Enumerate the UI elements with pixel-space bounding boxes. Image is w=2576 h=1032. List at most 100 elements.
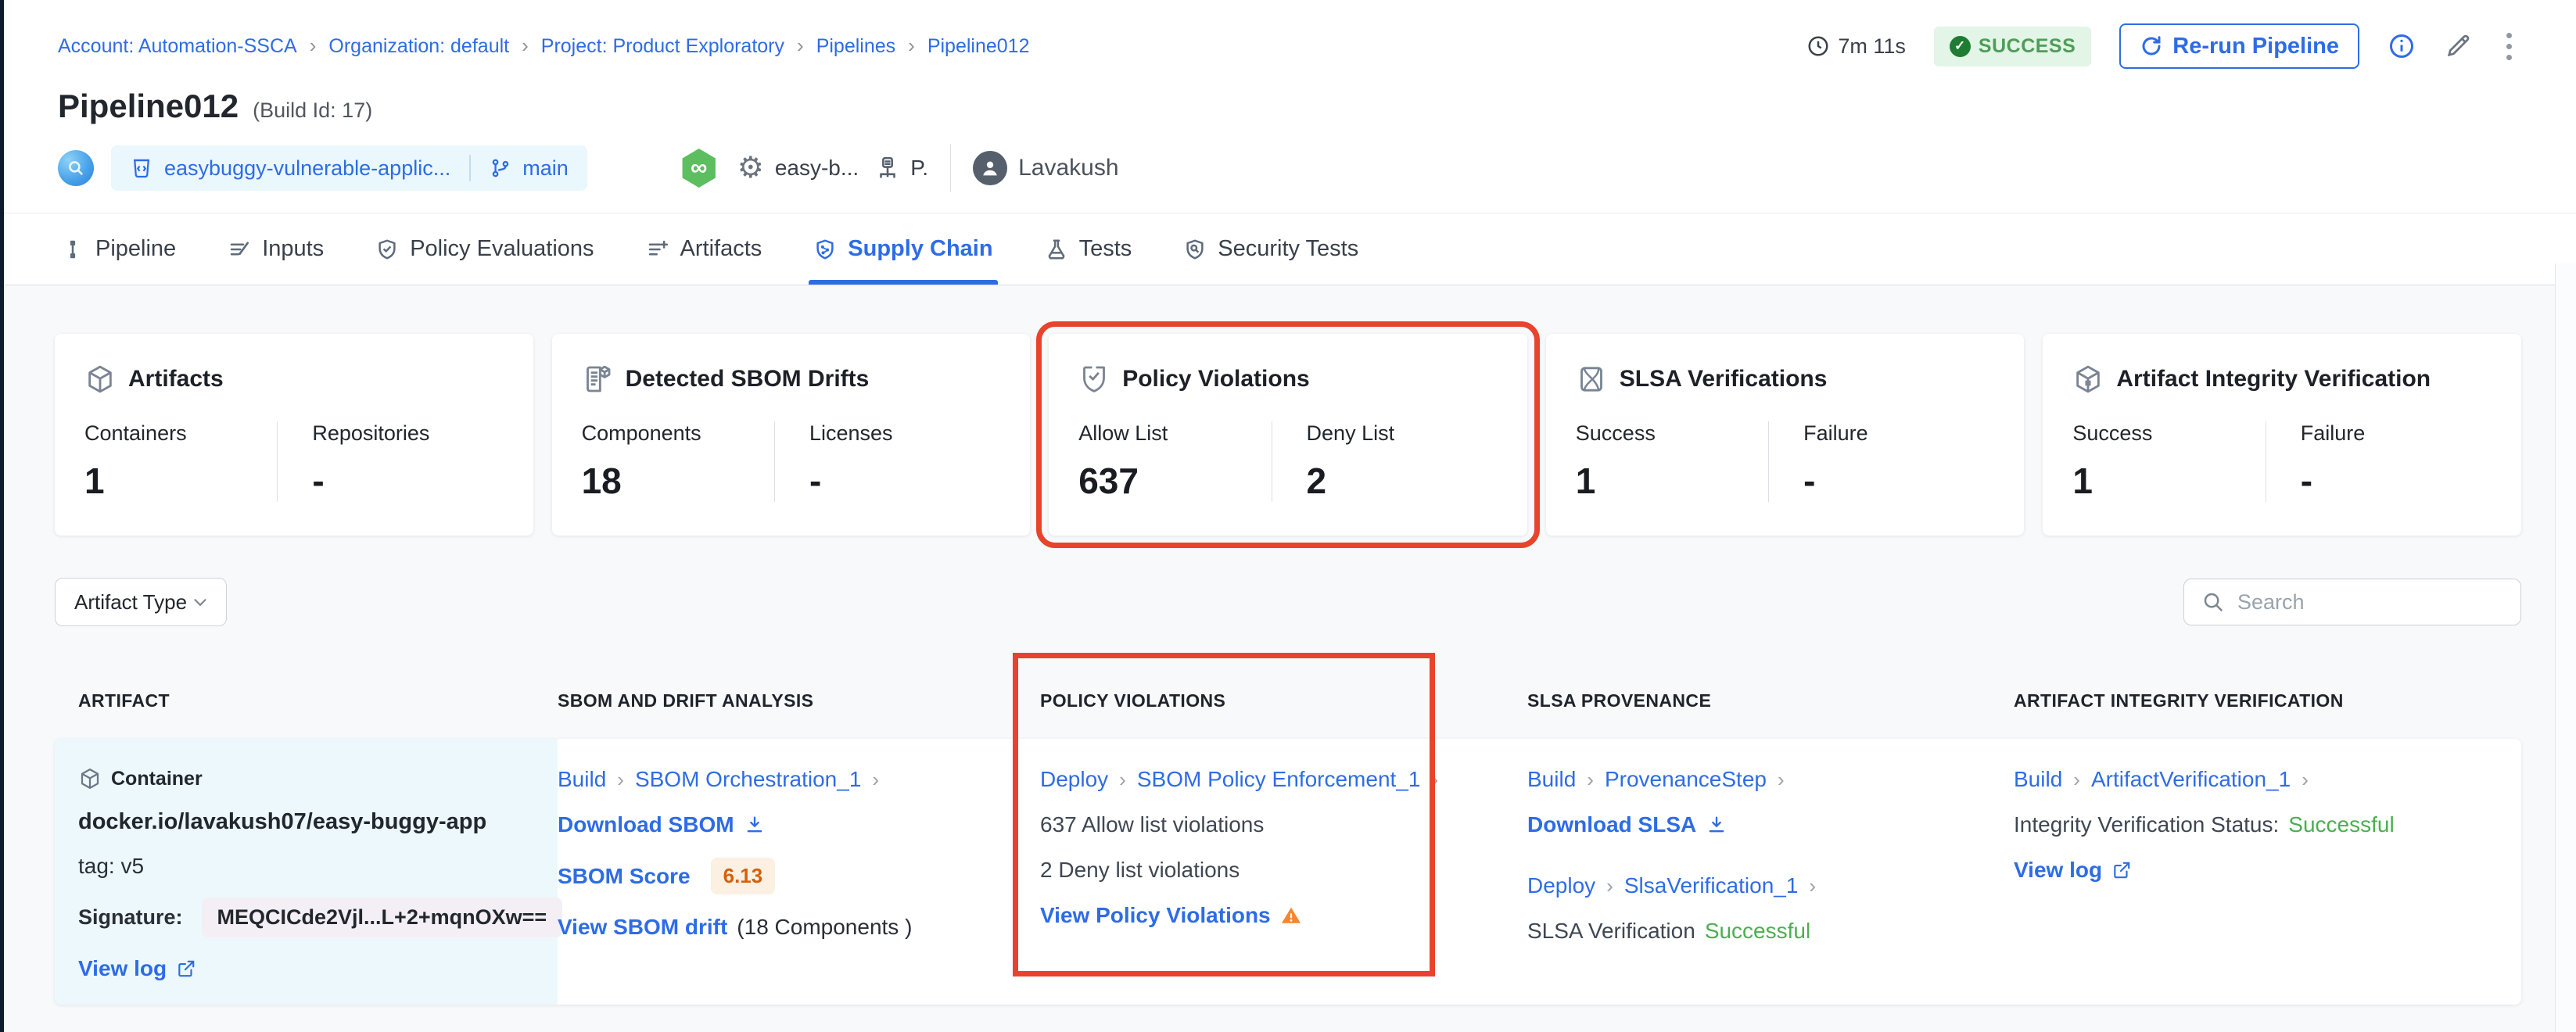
download-icon	[744, 814, 766, 836]
view-policy-violations-link[interactable]: View Policy Violations	[1040, 903, 1271, 928]
stat-label: Licenses	[809, 421, 1000, 446]
card-artifact-integrity: Artifact Integrity Verification Success …	[2043, 334, 2521, 536]
card-title: Detected SBOM Drifts	[626, 366, 870, 392]
trigger-pipeline-name[interactable]: easy-b...	[775, 156, 859, 181]
stat-value: 1	[2072, 460, 2265, 502]
column-header-sbom: SBOM AND DRIFT ANALYSIS	[558, 683, 1040, 739]
stat-value: 1	[84, 460, 277, 502]
inputs-icon	[228, 238, 251, 261]
artifact-name: docker.io/lavakush07/easy-buggy-app	[78, 809, 486, 835]
stage-link[interactable]: Build	[2014, 767, 2062, 792]
table-header-row: ARTIFACT SBOM AND DRIFT ANALYSIS POLICY …	[55, 683, 2521, 739]
chevron-right-icon: ›	[1118, 768, 1128, 792]
collapsed-nav-edge	[0, 0, 4, 1032]
shield-check-icon	[375, 238, 399, 261]
card-title: Artifact Integrity Verification	[2116, 366, 2431, 392]
signature-label: Signature:	[78, 905, 183, 930]
tab-artifacts[interactable]: Artifacts	[646, 213, 762, 285]
search-input[interactable]	[2237, 590, 2503, 615]
git-branch-icon	[490, 157, 511, 179]
tab-tests[interactable]: Tests	[1045, 213, 1132, 285]
trigger-webhook-icon: ∞	[681, 149, 717, 188]
breadcrumb-project[interactable]: Project: Product Exploratory	[541, 35, 784, 58]
info-icon[interactable]	[2388, 32, 2416, 60]
clock-icon	[1806, 34, 1830, 58]
card-title: SLSA Verifications	[1620, 366, 1828, 392]
card-artifacts: Artifacts Containers 1 Repositories -	[55, 334, 533, 536]
step-link[interactable]: SBOM Orchestration_1	[635, 767, 861, 792]
download-slsa-link[interactable]: Download SLSA	[1527, 812, 1696, 837]
branch-name[interactable]: main	[522, 156, 569, 181]
supply-chain-shield-icon	[813, 238, 837, 261]
scrollbar[interactable]	[2555, 263, 2576, 1032]
view-log-link[interactable]: View log	[78, 956, 167, 981]
view-log-link[interactable]: View log	[2014, 858, 2102, 883]
summary-cards: Artifacts Containers 1 Repositories - De…	[55, 334, 2521, 536]
step-link[interactable]: ArtifactVerification_1	[2091, 767, 2291, 792]
kebab-menu-icon[interactable]	[2500, 30, 2518, 63]
tab-label: Artifacts	[680, 236, 762, 262]
chevron-right-icon: ›	[870, 768, 881, 792]
repo-name[interactable]: easybuggy-vulnerable-applic...	[164, 156, 450, 181]
signature-value[interactable]: MEQCICde2Vjl...L+2+mqnOXw==	[202, 898, 563, 937]
stat-label: Failure	[2301, 421, 2492, 446]
table-row: Container docker.io/lavakush07/easy-bugg…	[55, 739, 2521, 1005]
view-sbom-drift-link[interactable]: View SBOM drift	[558, 915, 727, 940]
artifact-type-select[interactable]: Artifact Type	[55, 578, 227, 626]
chevron-right-icon: ›	[908, 35, 915, 58]
chevron-right-icon: ›	[310, 35, 317, 58]
download-sbom-link[interactable]: Download SBOM	[558, 812, 734, 837]
warning-triangle-icon	[1280, 905, 1302, 926]
tab-security-tests[interactable]: Security Tests	[1183, 213, 1358, 285]
infrastructure-icon	[874, 155, 901, 181]
list-plus-icon	[646, 238, 669, 261]
tab-supply-chain[interactable]: Supply Chain	[813, 213, 992, 285]
breadcrumb-pipeline012[interactable]: Pipeline012	[927, 35, 1030, 58]
trigger-stage-short[interactable]: P.	[910, 156, 928, 181]
chevron-right-icon: ›	[615, 768, 626, 792]
tab-bar: Pipeline Inputs Policy Evaluations Artif…	[0, 213, 2576, 285]
repo-branch-pill[interactable]: easybuggy-vulnerable-applic... main	[111, 145, 587, 191]
supply-chain-content: Artifacts Containers 1 Repositories - De…	[0, 285, 2576, 1005]
chevron-right-icon: ›	[522, 35, 529, 58]
tab-pipeline[interactable]: Pipeline	[61, 213, 176, 285]
stage-link[interactable]: Deploy	[1527, 873, 1595, 898]
column-header-artifact-integrity: ARTIFACT INTEGRITY VERIFICATION	[2014, 683, 2521, 739]
stage-link[interactable]: Build	[1527, 767, 1576, 792]
stat-label: Allow List	[1078, 421, 1271, 446]
slsa-icon	[1576, 364, 1607, 395]
shield-search-icon	[1183, 238, 1207, 261]
breadcrumb-account[interactable]: Account: Automation-SSCA	[58, 35, 297, 58]
tab-policy-evaluations[interactable]: Policy Evaluations	[375, 213, 594, 285]
duration-value: 7m 11s	[1838, 34, 1906, 59]
step-link[interactable]: ProvenanceStep	[1605, 767, 1767, 792]
breadcrumb-pipelines[interactable]: Pipelines	[816, 35, 895, 58]
stage-link[interactable]: Build	[558, 767, 606, 792]
download-icon	[1706, 814, 1727, 836]
breadcrumb-organization[interactable]: Organization: default	[328, 35, 509, 58]
artifact-cell: Container docker.io/lavakush07/easy-bugg…	[55, 739, 558, 1005]
infinity-glyph: ∞	[691, 155, 707, 181]
step-link[interactable]: SBOM Policy Enforcement_1	[1137, 767, 1421, 792]
stat-value: -	[1803, 460, 1994, 502]
integrity-status-label: Integrity Verification Status:	[2014, 812, 2279, 837]
step-link[interactable]: SlsaVerification_1	[1624, 873, 1799, 898]
chevron-right-icon: ›	[2300, 768, 2310, 792]
edit-pencil-icon[interactable]	[2444, 32, 2472, 60]
refresh-icon	[2140, 34, 2163, 58]
avatar	[973, 151, 1007, 185]
tab-label: Pipeline	[95, 236, 176, 262]
rerun-pipeline-button[interactable]: Re-run Pipeline	[2119, 23, 2359, 69]
sbom-score-link[interactable]: SBOM Score	[558, 864, 691, 889]
column-header-artifact: ARTIFACT	[55, 683, 558, 739]
search-box[interactable]	[2183, 579, 2521, 625]
cube-icon	[78, 767, 102, 790]
rerun-pipeline-label: Re-run Pipeline	[2172, 34, 2339, 59]
chevron-right-icon: ›	[1585, 768, 1595, 792]
stage-link[interactable]: Deploy	[1040, 767, 1108, 792]
sbom-document-icon	[582, 364, 613, 395]
tab-inputs[interactable]: Inputs	[228, 213, 324, 285]
sbom-cell: Build › SBOM Orchestration_1 › Download …	[558, 739, 1040, 1005]
chevron-right-icon: ›	[1430, 768, 1440, 792]
breadcrumb: Account: Automation-SSCA › Organization:…	[58, 35, 1029, 58]
